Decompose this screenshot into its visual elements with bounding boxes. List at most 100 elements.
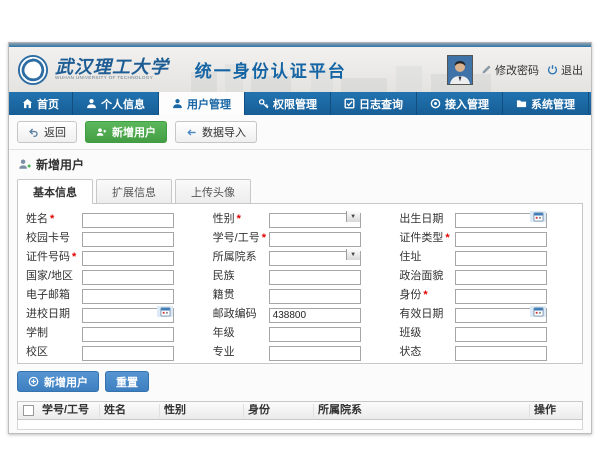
user-icon xyxy=(172,98,183,109)
identity-field[interactable] xyxy=(455,289,547,304)
schooling-length-field-label: 学制 xyxy=(20,324,82,340)
calendar-icon[interactable] xyxy=(530,306,546,317)
back-button-label: 返回 xyxy=(44,124,66,140)
select-all-checkbox[interactable] xyxy=(23,405,34,416)
native-place-field[interactable] xyxy=(269,289,361,304)
nav-user-mgmt[interactable]: 用户管理 xyxy=(159,92,245,115)
user-icon xyxy=(86,98,97,109)
gear-icon xyxy=(430,98,441,109)
id-number-field[interactable] xyxy=(82,251,174,266)
nav-profile[interactable]: 个人信息 xyxy=(73,92,159,115)
id-number-field-label: 证件号码* xyxy=(20,248,82,264)
university-name-block: 武汉理工大学 WUHAN UNIVERSITY OF TECHNOLOGY xyxy=(55,58,181,82)
user-table: 学号/工号姓名性别身份所属院系操作 xyxy=(17,401,583,430)
user-avatar xyxy=(447,55,473,85)
major-field[interactable] xyxy=(269,346,361,361)
campus-card-field-cell: 校园卡号 xyxy=(20,229,207,244)
calendar-icon[interactable] xyxy=(530,211,546,222)
nav-subscription-mgmt[interactable]: 订阅管理 xyxy=(589,92,600,115)
nav-permission-mgmt[interactable]: 权限管理 xyxy=(245,92,331,115)
nav-access-mgmt[interactable]: 接入管理 xyxy=(417,92,503,115)
department-select-label: 所属院系 xyxy=(207,248,269,264)
calendar-icon[interactable] xyxy=(157,306,173,317)
native-place-field-label: 籍贯 xyxy=(207,286,269,302)
app-window: 武汉理工大学 WUHAN UNIVERSITY OF TECHNOLOGY 统一… xyxy=(8,42,592,434)
name-field[interactable] xyxy=(82,213,174,228)
email-field-cell: 电子邮箱 xyxy=(20,286,207,301)
required-asterisk: * xyxy=(262,232,266,244)
key-icon xyxy=(258,98,269,109)
logout-link[interactable]: 退出 xyxy=(547,62,583,78)
dropdown-arrow-icon[interactable]: ▼ xyxy=(346,211,360,222)
major-field-cell: 专业 xyxy=(207,343,394,358)
reset-button[interactable]: 重置 xyxy=(105,371,149,392)
identity-field-wrap xyxy=(455,286,547,301)
nav-label: 系统管理 xyxy=(531,96,575,112)
form-actions: 新增用户 重置 xyxy=(9,364,591,399)
nav-system-mgmt[interactable]: 系统管理 xyxy=(503,92,589,115)
name-field-cell: 姓名* xyxy=(20,210,207,225)
submit-add-user-button[interactable]: 新增用户 xyxy=(17,371,99,392)
dropdown-arrow-icon[interactable]: ▼ xyxy=(346,249,360,260)
schooling-length-field[interactable] xyxy=(82,327,174,342)
nav-label: 用户管理 xyxy=(187,96,231,112)
new-user-section-icon xyxy=(18,158,31,171)
change-password-link[interactable]: 修改密码 xyxy=(481,62,539,78)
class-field-cell: 班级 xyxy=(393,324,580,339)
submit-add-user-label: 新增用户 xyxy=(44,374,88,390)
class-field[interactable] xyxy=(455,327,547,342)
status-field[interactable] xyxy=(455,346,547,361)
grade-field[interactable] xyxy=(269,327,361,342)
change-password-label: 修改密码 xyxy=(495,62,539,78)
grade-field-wrap xyxy=(269,324,361,339)
required-asterisk: * xyxy=(237,213,241,225)
campus-field[interactable] xyxy=(82,346,174,361)
data-import-button[interactable]: 数据导入 xyxy=(175,121,257,143)
grade-field-cell: 年级 xyxy=(207,324,394,339)
country-field-wrap xyxy=(82,267,174,282)
department-select-wrap: ▼ xyxy=(269,248,361,263)
reset-button-label: 重置 xyxy=(116,374,138,390)
address-field-cell: 住址 xyxy=(393,248,580,263)
address-field-wrap xyxy=(455,248,547,263)
id-number-field-wrap xyxy=(82,248,174,263)
nav-log-query[interactable]: 日志查询 xyxy=(331,92,417,115)
name-field-label: 姓名* xyxy=(20,210,82,226)
tab-upload-avatar[interactable]: 上传头像 xyxy=(175,179,251,203)
political-status-field[interactable] xyxy=(455,270,547,285)
plus-circle-icon xyxy=(28,376,39,387)
email-field[interactable] xyxy=(82,289,174,304)
form-grid: 姓名*性别*▼出生日期校园卡号学号/工号*证件类型*证件号码*所属院系▼住址国家… xyxy=(20,210,580,358)
table-header-4: 身份 xyxy=(244,404,314,417)
university-name: 武汉理工大学 xyxy=(55,58,181,76)
add-user-button[interactable]: 新增用户 xyxy=(85,121,167,143)
status-field-cell: 状态 xyxy=(393,343,580,358)
ethnicity-field[interactable] xyxy=(269,270,361,285)
campus-card-field[interactable] xyxy=(82,232,174,247)
folder-icon xyxy=(516,98,527,109)
required-asterisk: * xyxy=(50,213,54,225)
campus-field-label: 校区 xyxy=(20,343,82,359)
toolbar: 返回 新增用户 数据导入 xyxy=(9,115,591,150)
tab-basic-info[interactable]: 基本信息 xyxy=(17,179,93,204)
student-id-field[interactable] xyxy=(269,232,361,247)
tab-extended-info[interactable]: 扩展信息 xyxy=(96,179,172,203)
country-field[interactable] xyxy=(82,270,174,285)
valid-date-field-wrap xyxy=(455,305,547,320)
enroll-date-field-label: 进校日期 xyxy=(20,305,82,321)
nav-label: 个人信息 xyxy=(101,96,145,112)
required-asterisk: * xyxy=(445,232,449,244)
valid-date-field-cell: 有效日期 xyxy=(393,305,580,320)
back-button[interactable]: 返回 xyxy=(17,121,77,143)
campus-field-wrap xyxy=(82,343,174,358)
nav-home[interactable]: 首页 xyxy=(9,92,73,115)
postal-code-field[interactable] xyxy=(269,308,361,323)
student-id-field-label: 学号/工号* xyxy=(207,229,269,245)
id-type-field[interactable] xyxy=(455,232,547,247)
address-field-label: 住址 xyxy=(393,248,455,264)
address-field[interactable] xyxy=(455,251,547,266)
email-field-label: 电子邮箱 xyxy=(20,286,82,302)
native-place-field-wrap xyxy=(269,286,361,301)
main-navbar: 首页个人信息用户管理权限管理日志查询接入管理系统管理订阅管理 xyxy=(9,92,591,115)
enroll-date-field-cell: 进校日期 xyxy=(20,305,207,320)
